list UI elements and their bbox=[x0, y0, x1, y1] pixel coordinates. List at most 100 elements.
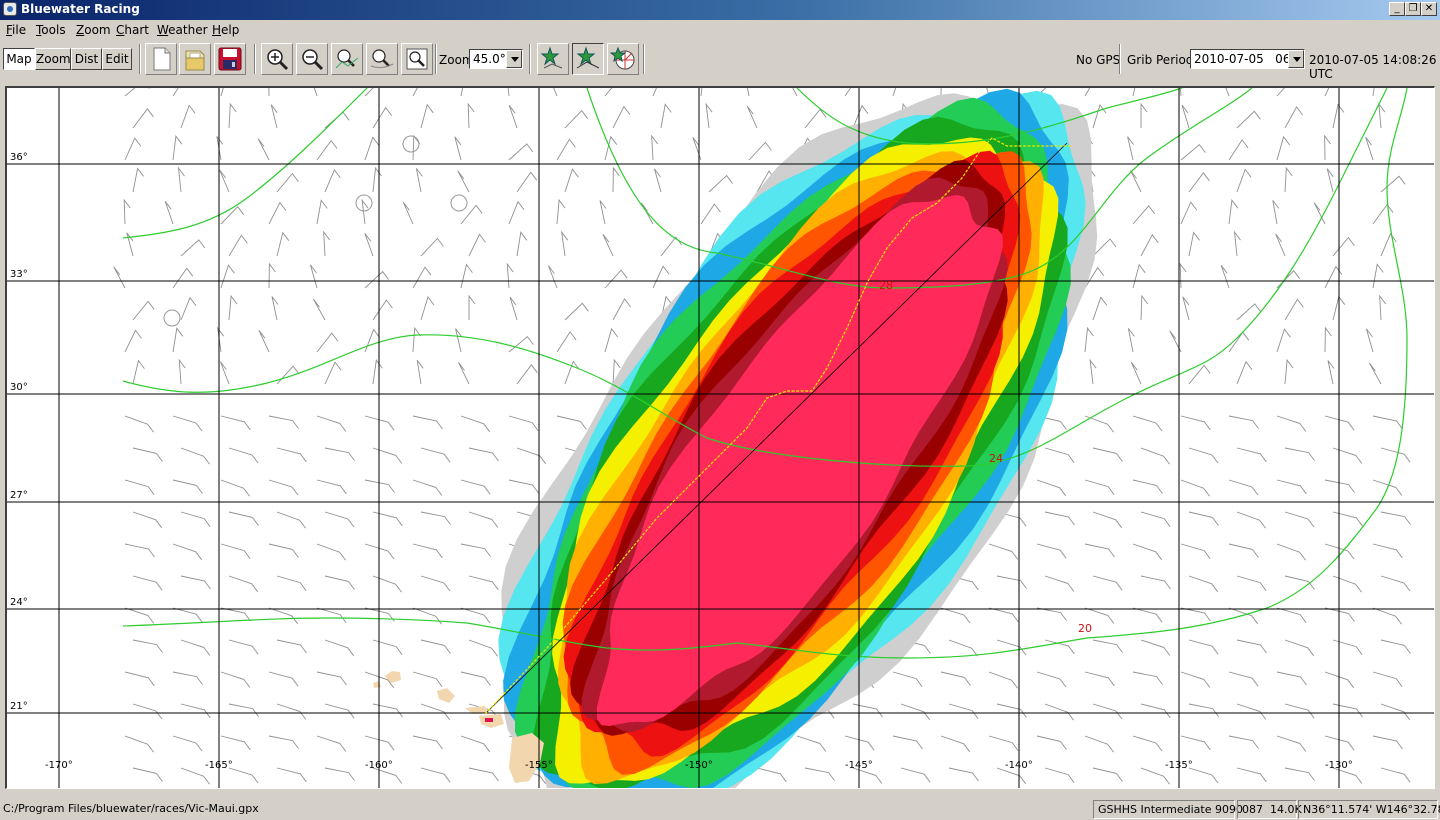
wind-barb bbox=[172, 135, 183, 161]
wind-barb bbox=[468, 233, 486, 257]
wind-barb bbox=[1332, 703, 1363, 718]
wind-barb bbox=[228, 447, 259, 464]
wind-barb bbox=[1284, 511, 1315, 528]
wind-barb bbox=[1236, 447, 1267, 463]
menu-file[interactable]: File bbox=[6, 23, 26, 37]
zoom-in-icon[interactable] bbox=[261, 43, 293, 75]
new-document-icon[interactable] bbox=[145, 43, 177, 75]
add-waypoint-icon[interactable] bbox=[537, 43, 569, 75]
wind-barb bbox=[1140, 703, 1171, 719]
save-disk-icon[interactable] bbox=[214, 43, 246, 75]
wind-barb bbox=[1180, 479, 1210, 497]
wind-barb bbox=[1324, 134, 1331, 161]
open-folder-icon[interactable] bbox=[179, 43, 211, 75]
mode-edit-button[interactable]: Edit bbox=[102, 48, 132, 70]
wind-barb bbox=[507, 88, 510, 97]
wind-barb bbox=[940, 735, 971, 753]
wind-barb bbox=[412, 671, 443, 687]
wind-barb bbox=[1225, 88, 1230, 97]
zoom-out-icon[interactable] bbox=[296, 43, 328, 75]
zoom-window-icon[interactable] bbox=[401, 43, 433, 75]
menu-tools[interactable]: Tools bbox=[36, 23, 66, 37]
wind-barb bbox=[220, 264, 235, 289]
wind-barb bbox=[844, 88, 852, 97]
wind-barb bbox=[172, 415, 203, 432]
edit-route-icon[interactable] bbox=[572, 43, 604, 75]
toolbar-separator bbox=[254, 44, 256, 74]
latitude-label: 33° bbox=[10, 269, 28, 280]
wind-barb bbox=[268, 201, 287, 225]
wind-barb bbox=[460, 263, 473, 289]
zoom-select[interactable]: 45.0° bbox=[469, 49, 523, 69]
menu-chart[interactable]: Chart bbox=[116, 23, 149, 37]
clock-datetime: 2010-07-05 14:08:26 UTC bbox=[1309, 53, 1437, 81]
toolbar-separator bbox=[139, 44, 141, 74]
wind-barb bbox=[1380, 447, 1411, 463]
wind-barb bbox=[1236, 168, 1252, 193]
chart-map[interactable]: 28 24 20 36° 33° 30° 27° 24° 21° -170° -165° -16… bbox=[5, 86, 1435, 789]
chevron-down-icon[interactable] bbox=[1288, 50, 1304, 68]
minimize-icon[interactable]: _ bbox=[1389, 2, 1405, 16]
wind-barb bbox=[1324, 326, 1332, 353]
zoom-region-icon[interactable] bbox=[366, 43, 398, 75]
wind-barb bbox=[172, 479, 203, 494]
wind-barb bbox=[508, 200, 525, 225]
mode-map-button[interactable]: Map bbox=[3, 48, 35, 70]
wind-barb bbox=[1236, 511, 1266, 529]
wind-barb bbox=[660, 103, 672, 129]
wind-barb bbox=[460, 735, 491, 753]
wind-barb bbox=[228, 575, 259, 593]
wind-barb bbox=[460, 543, 491, 557]
wind-barb bbox=[1092, 767, 1123, 782]
wind-barb bbox=[316, 735, 347, 752]
wind-barb bbox=[1380, 767, 1411, 783]
wind-barb bbox=[420, 575, 451, 592]
wind-barb bbox=[458, 362, 470, 385]
wind-barb bbox=[124, 329, 142, 353]
wind-barb bbox=[1188, 703, 1219, 717]
wind-barb bbox=[324, 639, 355, 657]
wind-barb bbox=[268, 88, 270, 97]
wind-barb bbox=[1236, 110, 1261, 129]
wind-barb bbox=[220, 671, 251, 688]
menu-zoom[interactable]: Zoom bbox=[76, 23, 111, 37]
routing-polar-icon[interactable] bbox=[607, 43, 639, 75]
wind-barb bbox=[1236, 767, 1267, 783]
wind-barb bbox=[996, 639, 1027, 656]
weather-chart[interactable]: 28 24 20 36° 33° 30° 27° 24° 21° -170° -165° -16… bbox=[7, 88, 1434, 788]
wind-barb bbox=[1228, 671, 1259, 687]
wind-barb bbox=[1228, 479, 1259, 496]
chevron-down-icon[interactable] bbox=[506, 50, 522, 68]
longitude-label: -145° bbox=[845, 760, 873, 771]
wind-barb bbox=[988, 671, 1018, 689]
wind-barb bbox=[1036, 543, 1067, 559]
wind-barb bbox=[276, 447, 307, 463]
mode-dist-button[interactable]: Dist bbox=[71, 48, 102, 70]
grib-period-select[interactable]: 2010-07-05 06 Z bbox=[1190, 49, 1305, 69]
wind-barb bbox=[1044, 447, 1075, 463]
menu-weather[interactable]: Weather bbox=[157, 23, 208, 37]
wind-barb bbox=[1084, 671, 1115, 687]
wind-barb bbox=[113, 266, 126, 289]
wind-barb bbox=[1379, 294, 1387, 321]
wind-barb bbox=[1132, 671, 1163, 685]
wind-barb bbox=[1324, 415, 1355, 431]
wind-barb bbox=[1228, 607, 1259, 625]
restore-icon[interactable]: ❐ bbox=[1405, 2, 1421, 16]
menu-help[interactable]: Help bbox=[212, 23, 239, 37]
zoom-fit-route-icon[interactable] bbox=[331, 43, 363, 75]
wind-barb bbox=[220, 206, 245, 225]
wind-barb bbox=[420, 767, 451, 783]
wind-barb bbox=[324, 361, 342, 385]
mode-zoom-button[interactable]: Zoom bbox=[35, 48, 71, 70]
wind-barb bbox=[556, 331, 577, 353]
wind-barb bbox=[1036, 735, 1067, 750]
toolbar-separator bbox=[435, 44, 437, 74]
wind-barb bbox=[1276, 415, 1307, 432]
wind-barb bbox=[364, 233, 374, 257]
wind-barb bbox=[180, 575, 211, 590]
wind-barb bbox=[1380, 703, 1411, 721]
wind-barb bbox=[1044, 703, 1074, 721]
close-icon[interactable]: ✕ bbox=[1421, 2, 1437, 16]
isobar-label-24: 24 bbox=[989, 452, 1003, 465]
